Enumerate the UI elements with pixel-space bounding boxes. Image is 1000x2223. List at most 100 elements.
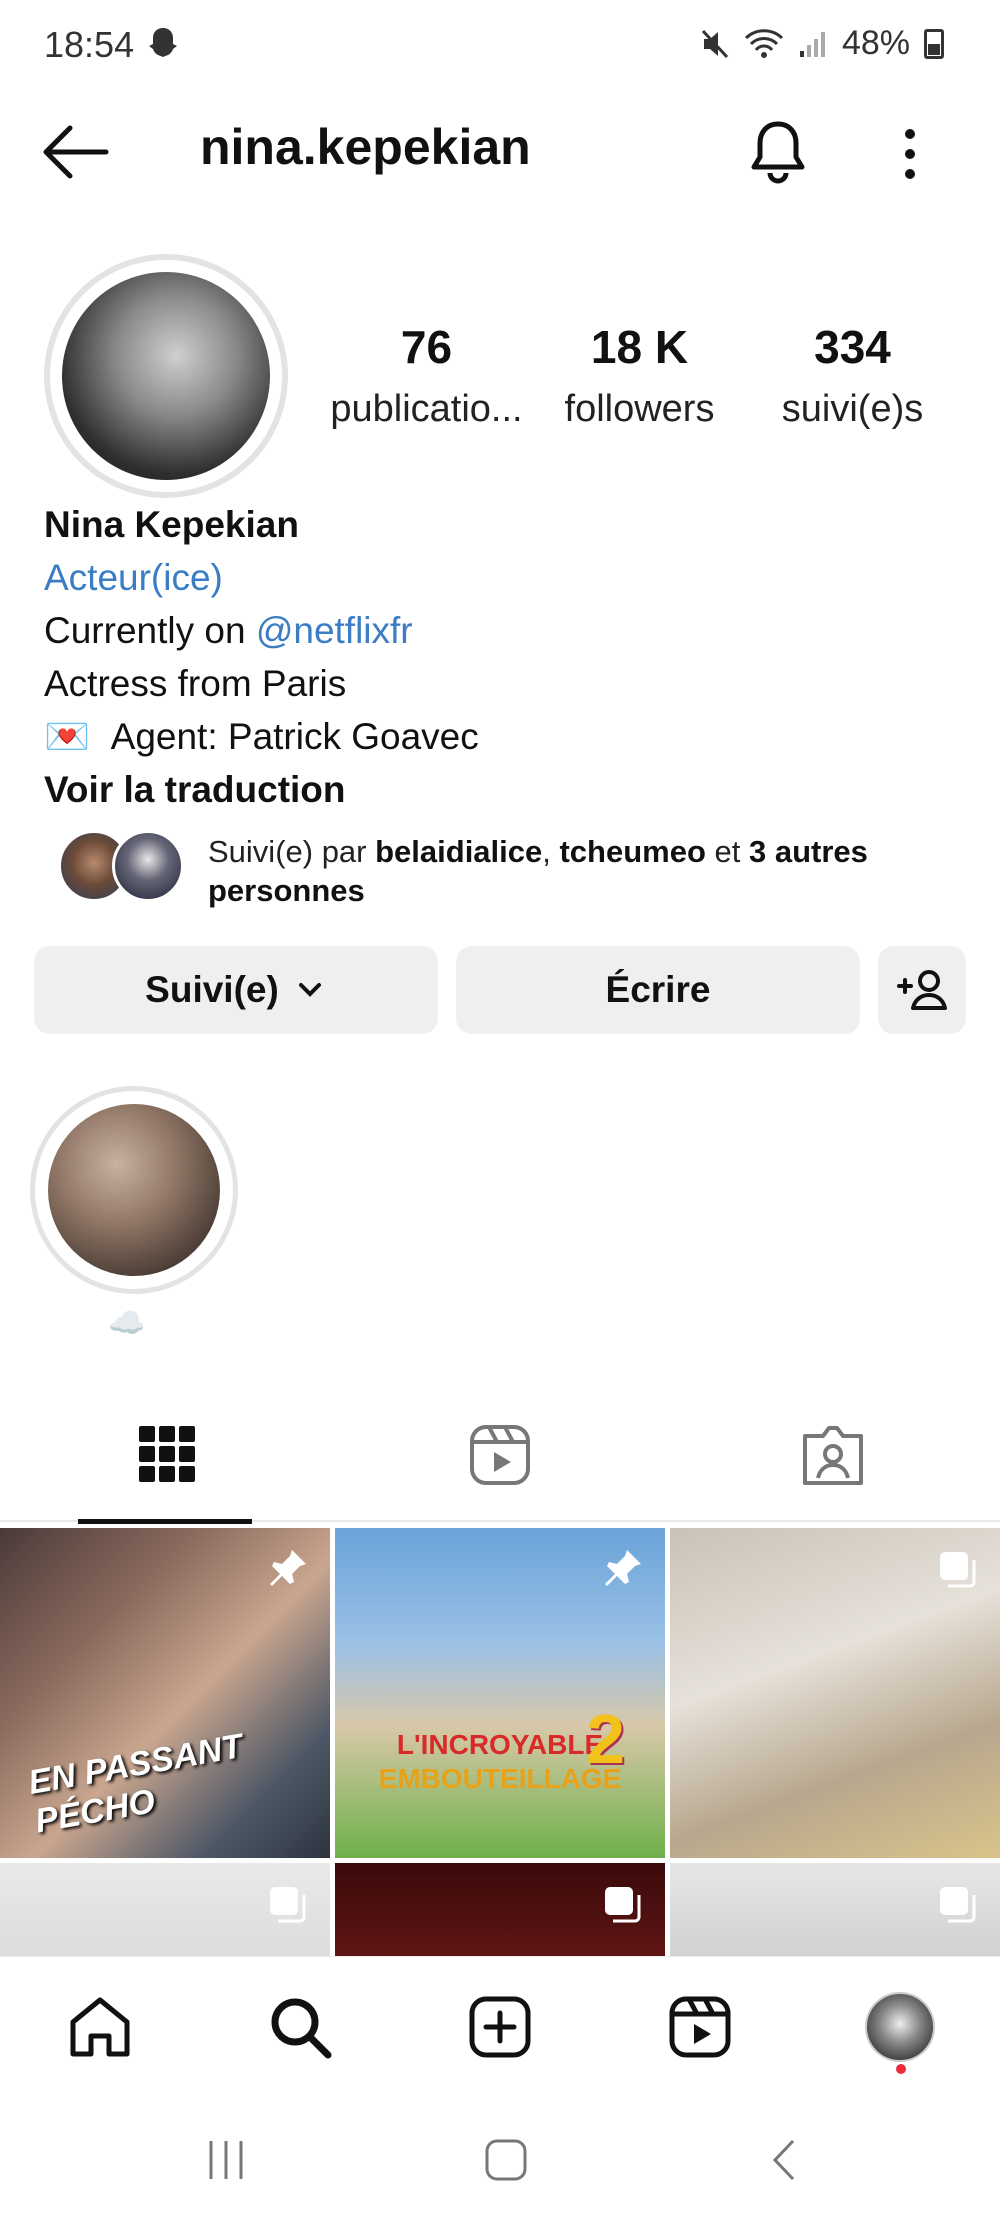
profile-name: Nina Kepekian (44, 504, 299, 545)
status-time: 18:54 (44, 24, 135, 65)
system-navigation (0, 2094, 1000, 2223)
bio-agent-text: Agent: Patrick Goavec (110, 716, 479, 757)
story-highlight-label: ☁️ (108, 1307, 146, 1340)
search-icon (271, 1998, 332, 2059)
stat-posts-label: publicatio... (330, 388, 523, 430)
followed-middle: et (705, 834, 749, 869)
stat-followers-value: 18 K (590, 321, 689, 373)
wifi-icon (744, 28, 783, 58)
stat-following-value: 334 (814, 321, 891, 373)
snapchat-icon (146, 26, 180, 71)
bio-line-agent: 💌 Agent: Patrick Goavec (44, 710, 944, 763)
home-square-icon (485, 2139, 527, 2181)
profile-avatar[interactable] (44, 254, 288, 498)
post-poster-title: L'INCROYABLE EMBOUTEILLAGE 2 (375, 1704, 625, 1796)
poster-number: 2 (586, 1700, 625, 1778)
system-back-button[interactable] (746, 2130, 826, 2190)
bio-line-current-prefix: Currently on (44, 610, 256, 651)
notifications-button[interactable] (746, 118, 810, 188)
profile-header: nina.kepekian (0, 110, 1000, 194)
stat-posts-value: 76 (400, 321, 453, 373)
carousel-icon (605, 1887, 641, 1923)
followed-prefix: Suivi(e) par (208, 834, 376, 869)
battery-icon (924, 28, 944, 59)
message-button[interactable]: Écrire (456, 946, 860, 1034)
mutual-user-1: belaidialice (375, 834, 543, 869)
profile-tabs (0, 1414, 1000, 1524)
stat-following-label: suivi(e)s (781, 388, 924, 430)
profile-photo (62, 272, 270, 480)
plus-square-icon (469, 1996, 531, 2058)
mutual-followers-text: Suivi(e) par belaidialice, tcheumeo et 3… (208, 832, 948, 910)
status-bar: 18:54 48% (0, 0, 1000, 92)
stat-posts[interactable]: 76 publicatio... (320, 320, 533, 431)
home-icon (70, 1997, 130, 2057)
see-translation-link[interactable]: Voir la traduction (44, 763, 944, 816)
stat-followers-label: followers (564, 388, 715, 430)
back-button[interactable] (40, 122, 120, 182)
post-thumbnail[interactable] (0, 1863, 330, 1956)
post-thumbnail[interactable] (670, 1528, 1000, 1858)
suggested-users-button[interactable] (878, 946, 966, 1034)
story-highlight[interactable] (30, 1086, 238, 1294)
pin-icon (270, 1550, 306, 1586)
reels-icon (469, 1425, 530, 1485)
reels-icon (669, 1996, 731, 2058)
arrow-left-icon (43, 125, 109, 179)
active-tab-indicator (78, 1519, 252, 1524)
notification-dot (896, 2064, 906, 2074)
stat-followers[interactable]: 18 K followers (533, 320, 746, 431)
tagged-icon (802, 1426, 863, 1485)
nav-home[interactable] (60, 1987, 140, 2067)
post-thumbnail[interactable] (335, 1863, 665, 1956)
tab-tagged[interactable] (666, 1414, 999, 1522)
love-letter-emoji: 💌 (44, 716, 91, 757)
more-options-button[interactable] (890, 124, 930, 184)
battery-percentage: 48% (841, 24, 910, 62)
stat-following[interactable]: 334 suivi(e)s (746, 320, 959, 431)
bio-line-current: Currently on @netflixfr (44, 604, 944, 657)
home-button[interactable] (466, 2130, 546, 2190)
story-highlight-cover (48, 1104, 220, 1276)
post-thumbnail[interactable]: L'INCROYABLE EMBOUTEILLAGE 2 (335, 1528, 665, 1858)
grid-icon (138, 1426, 195, 1482)
bio-line-actress: Actress from Paris (44, 663, 347, 704)
profile-category[interactable]: Acteur(ice) (44, 551, 944, 604)
profile-username: nina.kepekian (200, 119, 531, 175)
tab-reels[interactable] (333, 1414, 666, 1522)
mention-link[interactable]: @netflixfr (256, 610, 413, 651)
mute-icon (701, 29, 729, 58)
recent-apps-icon (209, 2141, 243, 2179)
nav-profile[interactable] (860, 1987, 940, 2067)
bottom-navigation (0, 1956, 1000, 2094)
add-person-icon (897, 970, 947, 1010)
status-icons: 48% (700, 24, 944, 63)
post-thumbnail[interactable]: EN PASSANT PÉCHO (0, 1528, 330, 1858)
signal-icon (799, 31, 825, 57)
more-vertical-icon (905, 129, 915, 179)
mutual-follower-avatar (112, 830, 184, 902)
post-thumbnail[interactable] (670, 1863, 1000, 1956)
profile-stats: 76 publicatio... 18 K followers 334 suiv… (320, 320, 960, 431)
following-button-label: Suivi(e) (145, 969, 279, 1010)
posts-grid: EN PASSANT PÉCHO L'INCROYABLE EMBOUTEILL… (0, 1528, 1000, 1956)
followed-sep: , (542, 834, 560, 869)
mutual-followers[interactable]: Suivi(e) par belaidialice, tcheumeo et 3… (58, 830, 958, 910)
profile-bio: Nina Kepekian Acteur(ice) Currently on @… (44, 498, 944, 816)
tab-posts-grid[interactable] (0, 1414, 333, 1524)
carousel-icon (940, 1552, 976, 1588)
bell-icon (751, 121, 805, 184)
pin-icon (605, 1550, 641, 1586)
nav-search[interactable] (260, 1987, 340, 2067)
recent-apps-button[interactable] (186, 2130, 266, 2190)
message-button-label: Écrire (605, 969, 711, 1010)
avatar (865, 1992, 935, 2062)
nav-create[interactable] (460, 1987, 540, 2067)
mutual-user-2: tcheumeo (559, 834, 706, 869)
profile-actions: Suivi(e) Écrire (34, 946, 966, 1034)
following-button[interactable]: Suivi(e) (34, 946, 438, 1034)
carousel-icon (940, 1887, 976, 1923)
nav-reels[interactable] (660, 1987, 740, 2067)
post-text: EN PASSANT PÉCHO (25, 1727, 246, 1841)
carousel-icon (270, 1887, 306, 1923)
